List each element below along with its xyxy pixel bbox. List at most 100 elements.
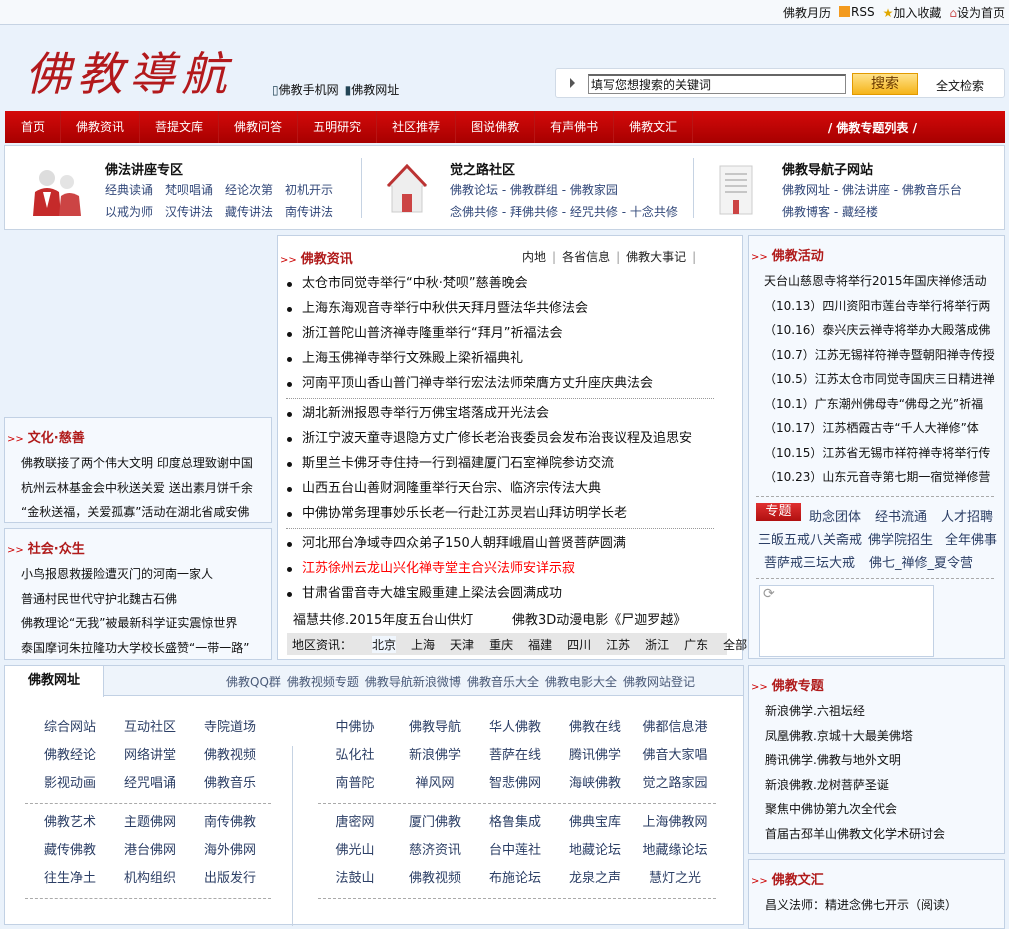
list-item[interactable]: 新浪佛教.龙树菩萨圣诞 bbox=[765, 773, 945, 798]
site-link[interactable]: 厦门佛教 bbox=[395, 813, 475, 832]
site-link[interactable]: 菩萨在线 bbox=[475, 746, 555, 765]
site-link[interactable]: 机构组织 bbox=[110, 869, 190, 888]
list-item[interactable]: 腾讯佛学.佛教与地外文明 bbox=[765, 748, 945, 773]
search-button[interactable]: 搜索 bbox=[852, 73, 918, 95]
region-link[interactable]: 浙江 bbox=[645, 636, 669, 653]
list-item[interactable]: （10.16）泰兴庆云禅寺将举办大殿落成佛 bbox=[764, 318, 1004, 343]
mobile-site-link[interactable]: ▯佛教手机网 bbox=[272, 81, 339, 98]
topic-link[interactable]: 人才招聘 bbox=[941, 510, 993, 525]
site-link[interactable]: 佛典宝库 bbox=[555, 813, 635, 832]
site-link[interactable]: 佛音大家唱 bbox=[635, 746, 715, 765]
fulltext-search-link[interactable]: 全文检索 bbox=[936, 77, 984, 94]
site-link[interactable]: 中佛协 bbox=[315, 718, 395, 737]
topic-link[interactable]: 全年佛事 bbox=[945, 533, 997, 548]
site-link[interactable]: 海外佛网 bbox=[190, 841, 270, 860]
list-item[interactable]: （10.5）江苏太仓市同觉寺国庆三日精进禅 bbox=[764, 367, 1004, 392]
site-link[interactable]: 腾讯佛学 bbox=[555, 746, 635, 765]
site-link[interactable]: 地藏缘论坛 bbox=[635, 841, 715, 860]
nav-news[interactable]: 佛教资讯 bbox=[61, 111, 141, 143]
region-link[interactable]: 天津 bbox=[450, 636, 474, 653]
site-link[interactable]: 法鼓山 bbox=[315, 869, 395, 888]
list-item[interactable]: 小鸟报恩救援险遭灭门的河南一家人 bbox=[21, 562, 249, 587]
site-link[interactable]: 慈济资讯 bbox=[395, 841, 475, 860]
list-item[interactable]: （10.7）江苏无锡祥符禅寺暨朝阳禅寺传授 bbox=[764, 343, 1004, 368]
topic-link[interactable]: 助念团体 bbox=[809, 510, 861, 525]
list-item[interactable]: （10.23）山东元音寺第七期一宿觉禅修营 bbox=[764, 465, 1004, 490]
list-item[interactable]: 凤凰佛教.京城十大最美佛塔 bbox=[765, 724, 945, 749]
region-link[interactable]: 江苏 bbox=[606, 636, 630, 653]
list-item[interactable]: 泰国摩诃朱拉隆功大学校长盛赞“一带一路” bbox=[21, 636, 249, 661]
list-item[interactable]: 首届古邳羊山佛教文化学术研讨会 bbox=[765, 822, 945, 847]
news-item[interactable]: 斯里兰卡佛牙寺住持一行到福建厦门石室禅院参访交流 bbox=[286, 451, 692, 476]
site-link[interactable]: 佛光山 bbox=[315, 841, 395, 860]
toplink[interactable]: 佛教导航新浪微博 bbox=[365, 675, 461, 689]
site-link[interactable]: 往生净土 bbox=[30, 869, 110, 888]
region-link[interactable]: 广东 bbox=[684, 636, 708, 653]
region-link[interactable]: 福建 bbox=[528, 636, 552, 653]
site-link[interactable]: 南传佛教 bbox=[190, 813, 270, 832]
news-item[interactable]: 河北邢台净域寺四众弟子150人朝拜峨眉山普贤菩萨圆满 bbox=[286, 531, 626, 556]
list-item[interactable]: “金秋送福，关爱孤寡”活动在湖北省咸安佛 bbox=[21, 500, 253, 525]
site-link[interactable]: 唐密网 bbox=[315, 813, 395, 832]
nav-home[interactable]: 首页 bbox=[5, 111, 62, 143]
site-link[interactable]: 藏传佛教 bbox=[30, 841, 110, 860]
site-link[interactable]: 台中莲社 bbox=[475, 841, 555, 860]
site-link[interactable]: 佛教视频 bbox=[190, 746, 270, 765]
site-link[interactable]: 觉之路家园 bbox=[635, 774, 715, 793]
feature-links[interactable]: 经典读诵 梵呗唱诵 经论次第 初机开示 bbox=[105, 181, 333, 198]
tab-sites[interactable]: 佛教网址 bbox=[5, 666, 104, 697]
list-item[interactable]: 新浪佛学.六祖坛经 bbox=[765, 699, 945, 724]
tab-provinces[interactable]: 各省信息 bbox=[562, 250, 610, 264]
nav-library[interactable]: 菩提文库 bbox=[140, 111, 220, 143]
site-link[interactable]: 出版发行 bbox=[190, 869, 270, 888]
feature-links[interactable]: 念佛共修 - 拜佛共修 - 经咒共修 - 十念共修 bbox=[450, 203, 678, 220]
site-link[interactable]: 佛都信息港 bbox=[635, 718, 715, 737]
site-link[interactable]: 主题佛网 bbox=[110, 813, 190, 832]
tab-mainland[interactable]: 内地 bbox=[522, 250, 546, 264]
list-item[interactable]: 昌义法师：精进念佛七开示（阅读） bbox=[765, 893, 957, 918]
news-item[interactable]: 中佛协常务理事妙乐长老一行赴江苏灵岩山拜访明学长老 bbox=[286, 501, 692, 526]
list-item[interactable]: 普通村民世代守护北魏古石佛 bbox=[21, 587, 249, 612]
toplink[interactable]: 佛教视频专题 bbox=[287, 675, 359, 689]
nav-qa[interactable]: 佛教问答 bbox=[219, 111, 299, 143]
list-item[interactable]: 佛教理论“无我”被最新科学证实震惊世界 bbox=[21, 611, 249, 636]
add-favorite-link[interactable]: ★加入收藏 bbox=[883, 4, 942, 21]
site-link[interactable]: 佛教音乐 bbox=[190, 774, 270, 793]
promo-link[interactable]: 佛教3D动漫电影《尸迦罗越》 bbox=[512, 609, 686, 628]
toplink[interactable]: 佛教网站登记 bbox=[623, 675, 695, 689]
news-item[interactable]: 浙江普陀山普济禅寺隆重举行“拜月”祈福法会 bbox=[286, 321, 653, 346]
topic-link[interactable]: 经书流通 bbox=[875, 510, 927, 525]
site-link[interactable]: 港台佛网 bbox=[110, 841, 190, 860]
list-item[interactable]: 天台山慈恩寺将举行2015年国庆禅修活动 bbox=[764, 269, 1004, 294]
feature-links[interactable]: 以戒为师 汉传讲法 藏传讲法 南传讲法 bbox=[105, 203, 333, 220]
nav-writings[interactable]: 佛教文汇 bbox=[614, 111, 694, 143]
list-item[interactable]: 杭州云林基金会中秋送关爱 送出素月饼千余 bbox=[21, 476, 253, 501]
topic-link[interactable]: 三皈五戒八关斋戒 bbox=[758, 533, 862, 548]
toplink[interactable]: 佛教电影大全 bbox=[545, 675, 617, 689]
site-link[interactable]: 网络讲堂 bbox=[110, 746, 190, 765]
promo-link[interactable]: 福慧共修.2015年度五台山供灯 bbox=[293, 609, 473, 628]
topic-link[interactable]: 佛七_禅修_夏令营 bbox=[869, 556, 973, 571]
site-link[interactable]: 慧灯之光 bbox=[635, 869, 715, 888]
feature-title[interactable]: 佛教导航子网站 bbox=[782, 159, 873, 178]
site-link[interactable]: 佛教艺术 bbox=[30, 813, 110, 832]
site-link[interactable]: 影视动画 bbox=[30, 774, 110, 793]
list-item[interactable]: （10.13）四川资阳市莲台寺举行将举行两 bbox=[764, 294, 1004, 319]
list-item[interactable]: 佛教联接了两个伟大文明 印度总理致谢中国 bbox=[21, 451, 253, 476]
news-item[interactable]: 湖北新洲报恩寺举行万佛宝塔落成开光法会 bbox=[286, 401, 692, 426]
feature-links[interactable]: 佛教博客 - 藏经楼 bbox=[782, 203, 878, 220]
topic-link[interactable]: 佛学院招生 bbox=[868, 533, 933, 548]
list-item[interactable]: （10.15）江苏省无锡市祥符禅寺将举行传 bbox=[764, 441, 1004, 466]
set-homepage-link[interactable]: ⌂设为首页 bbox=[949, 4, 1005, 21]
nav-audio[interactable]: 有声佛书 bbox=[535, 111, 615, 143]
search-input[interactable] bbox=[588, 74, 846, 94]
news-item[interactable]: 上海东海观音寺举行中秋供天拜月暨法华共修法会 bbox=[286, 296, 653, 321]
site-link[interactable]: 格鲁集成 bbox=[475, 813, 555, 832]
news-item[interactable]: 河南平顶山香山普门禅寺举行宏法法师荣膺方丈升座庆典法会 bbox=[286, 371, 653, 396]
nav-pictures[interactable]: 图说佛教 bbox=[456, 111, 536, 143]
feature-links[interactable]: 佛教网址 - 佛法讲座 - 佛教音乐台 bbox=[782, 181, 962, 198]
site-link[interactable]: 海峡佛教 bbox=[555, 774, 635, 793]
site-link[interactable]: 佛教导航 bbox=[395, 718, 475, 737]
news-item[interactable]: 甘肃省雷音寺大雄宝殿重建上梁法会圆满成功 bbox=[286, 581, 626, 606]
site-link[interactable]: 华人佛教 bbox=[475, 718, 555, 737]
